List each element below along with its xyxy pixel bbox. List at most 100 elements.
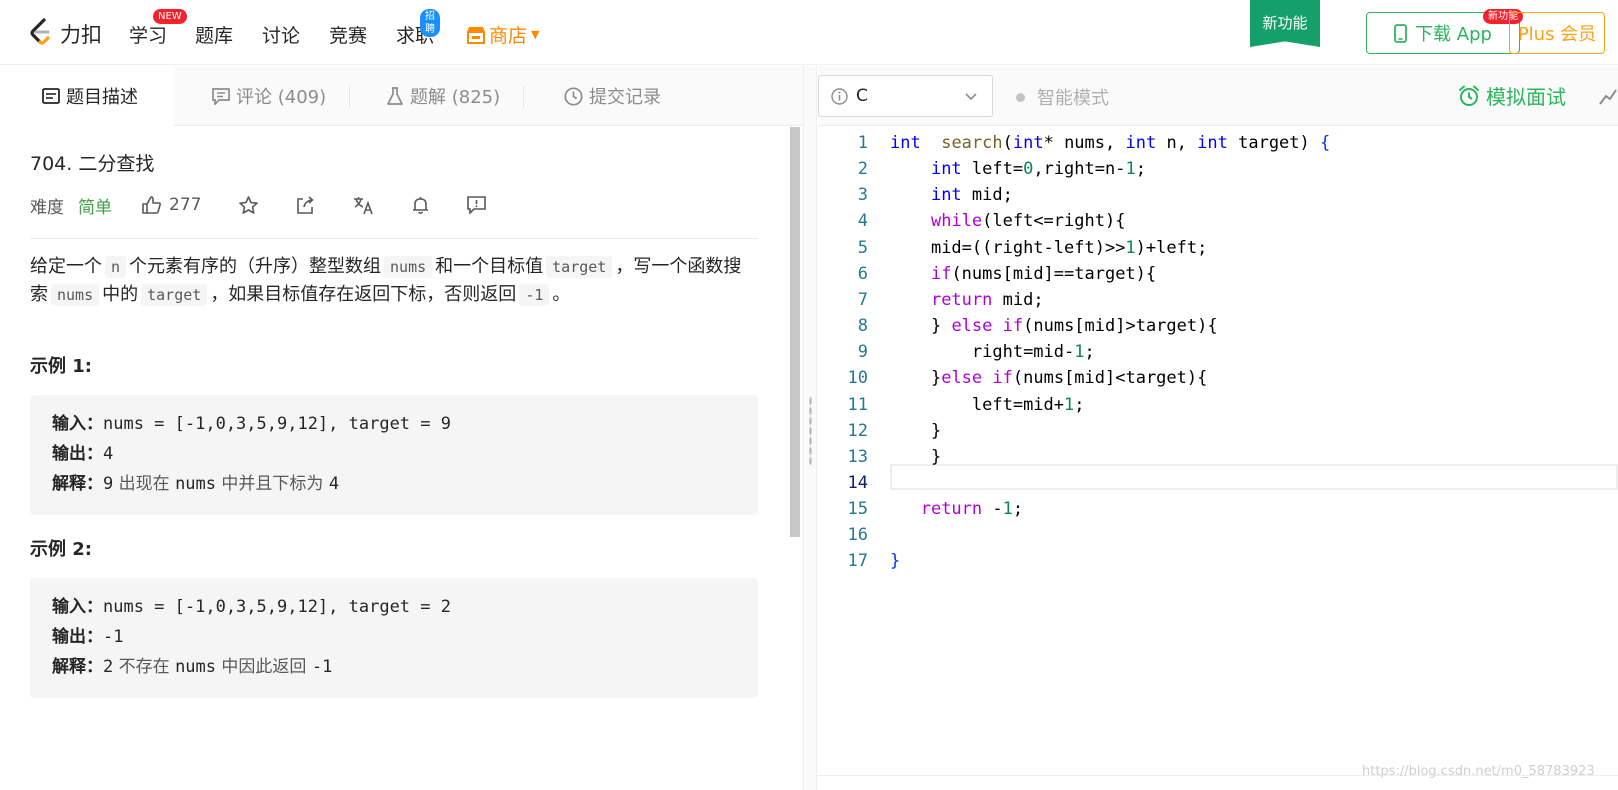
explain-part: 2 xyxy=(103,657,114,677)
nav-item-discuss[interactable]: 讨论 xyxy=(262,21,300,48)
code-line[interactable]: 4 while(left<=right){ xyxy=(818,208,1618,234)
code-editor[interactable]: 1 int search(int* nums, int n, int target… xyxy=(818,127,1618,790)
tab-comments[interactable]: 评论 (409) xyxy=(212,66,326,126)
code-line[interactable]: 15 return -1; xyxy=(818,496,1618,522)
nav-item-jobs[interactable]: 求职 招聘 xyxy=(396,9,440,48)
code-token: mid=((right-left)>> xyxy=(930,237,1126,258)
watermark: https://blog.csdn.net/m0_58783923 xyxy=(1362,764,1595,779)
like-button[interactable]: 277 xyxy=(142,195,201,215)
code-line[interactable]: 16 xyxy=(818,522,1618,548)
code-line[interactable]: 13 } xyxy=(818,444,1618,470)
code-token: ; xyxy=(1074,394,1085,415)
code-line[interactable]: 14 xyxy=(818,470,1618,496)
statement-text: 。 xyxy=(552,284,571,305)
tab-submissions[interactable]: 提交记录 xyxy=(564,66,661,126)
example-input-line: 输入：nums = [-1,0,3,5,9,12], target = 9 xyxy=(52,409,736,439)
tab-label: 题目描述 xyxy=(66,87,138,108)
plus-member-button[interactable]: Plus 会员 xyxy=(1509,12,1605,54)
explain-label: 解释： xyxy=(52,657,103,677)
code-line[interactable]: 6 if(nums[mid]==target){ xyxy=(818,261,1618,287)
explain-part: 9 xyxy=(103,474,114,494)
tab-solutions[interactable]: 题解 (825) xyxy=(386,66,500,126)
problem-statement: 给定一个 n 个元素有序的（升序）整型数组 nums 和一个目标值 target ，写一个函… xyxy=(30,253,758,309)
mock-interview-button[interactable]: 模拟面试 xyxy=(1458,81,1566,110)
code-text: } else if(nums[mid]>target){ xyxy=(890,313,1218,339)
code-token: ; xyxy=(1084,342,1095,363)
chart-icon[interactable] xyxy=(1598,84,1618,108)
top-navigation: 力扣 学习 NEW 题库 讨论 竞赛 求职 招聘 商店 ▼ 新功能 下载 App… xyxy=(0,0,1618,65)
logo[interactable]: 力扣 xyxy=(28,18,102,50)
code-line[interactable]: 9 right=mid-1; xyxy=(818,339,1618,365)
code-line[interactable]: 2 int left=0,right=n-1; xyxy=(818,156,1618,182)
nav-item-store[interactable]: 商店 ▼ xyxy=(466,21,539,48)
tab-description[interactable]: 题目描述 xyxy=(0,66,174,126)
download-app-label: 下载 App xyxy=(1415,24,1492,45)
code-text: } xyxy=(890,418,941,444)
inline-code: nums xyxy=(51,284,100,306)
code-text: }else if(nums[mid]<target){ xyxy=(890,365,1207,391)
language-value: C xyxy=(856,86,868,106)
code-token: * nums, xyxy=(1043,133,1126,153)
line-number: 16 xyxy=(847,525,868,546)
explain-part: 4 xyxy=(328,474,340,494)
line-number: 7 xyxy=(857,289,868,310)
bell-icon[interactable] xyxy=(412,196,429,215)
language-select[interactable]: C xyxy=(818,75,993,117)
download-app-button[interactable]: 下载 App 新功能 xyxy=(1366,9,1523,54)
divider xyxy=(30,238,758,239)
star-icon[interactable] xyxy=(239,196,259,214)
explain-part: 中因此返回 xyxy=(216,657,312,677)
code-line[interactable]: 7 return mid; xyxy=(818,287,1618,313)
nav-item-label: 商店 xyxy=(489,25,528,47)
nav-item-learn[interactable]: 学习 NEW xyxy=(129,9,187,48)
statement-text: 中的 xyxy=(102,284,139,305)
line-number: 4 xyxy=(857,211,868,232)
nav-item-problems[interactable]: 题库 xyxy=(195,21,233,48)
tab-label: 题解 (825) xyxy=(410,87,501,108)
code-line[interactable]: 11 left=mid+1; xyxy=(818,392,1618,418)
description-icon xyxy=(42,88,60,104)
code-line[interactable]: 12 } xyxy=(818,418,1618,444)
hiring-badge: 招聘 xyxy=(420,9,440,37)
code-token: 1 xyxy=(1125,237,1136,258)
code-line[interactable]: 10 }else if(nums[mid]<target){ xyxy=(818,365,1618,391)
code-text: while(left<=right){ xyxy=(890,208,1125,234)
translate-icon[interactable] xyxy=(353,196,374,215)
mock-interview-label: 模拟面试 xyxy=(1486,85,1566,109)
code-token: ; xyxy=(1012,499,1024,520)
description-scrollbar[interactable] xyxy=(790,127,800,537)
code-token: target) xyxy=(1227,133,1320,153)
chevron-down-icon xyxy=(964,87,978,110)
pane-resize-handle[interactable] xyxy=(803,66,817,790)
line-number: 12 xyxy=(847,420,868,441)
share-icon[interactable] xyxy=(296,196,315,214)
code-token: } xyxy=(930,368,942,389)
code-line[interactable]: 5 mid=((right-left)>>1)+left; xyxy=(818,235,1618,261)
line-number: 11 xyxy=(847,394,868,415)
code-text: left=mid+1; xyxy=(890,392,1085,418)
problem-tabs: 题目描述 评论 (409) 题解 (825) 提交记录 xyxy=(0,66,803,126)
inline-code: target xyxy=(141,284,208,306)
code-text: if(nums[mid]==target){ xyxy=(890,261,1156,287)
code-line[interactable]: 1 int search(int* nums, int n, int target… xyxy=(818,130,1618,156)
clock-icon xyxy=(564,86,583,106)
feedback-icon[interactable] xyxy=(467,196,487,214)
inline-code: -1 xyxy=(519,284,550,306)
code-text: mid=((right-left)>>1)+left; xyxy=(890,235,1207,261)
input-label: 输入： xyxy=(52,414,103,434)
smart-mode-toggle[interactable]: 智能模式 xyxy=(1016,84,1109,110)
code-token: if xyxy=(1002,316,1024,337)
code-line[interactable]: 17} xyxy=(818,548,1618,574)
smart-mode-label: 智能模式 xyxy=(1037,88,1109,109)
nav-item-contest[interactable]: 竞赛 xyxy=(329,21,367,48)
new-feature-banner[interactable]: 新功能 xyxy=(1250,0,1320,47)
code-line[interactable]: 3 int mid; xyxy=(818,182,1618,208)
example-explain-line: 解释：9 出现在 nums 中并且下标为 4 xyxy=(52,469,736,499)
line-number: 9 xyxy=(857,342,868,363)
example-title: 示例 1: xyxy=(30,356,92,377)
code-line[interactable]: 8 } else if(nums[mid]>target){ xyxy=(818,313,1618,339)
